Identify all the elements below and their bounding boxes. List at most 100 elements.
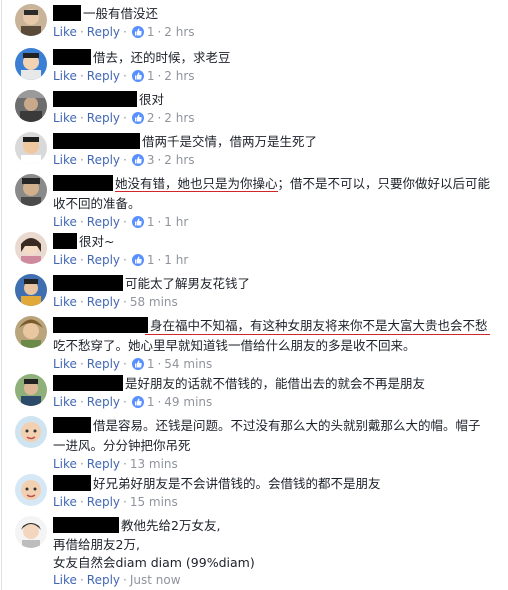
reply-link[interactable]: Reply — [87, 495, 120, 509]
separator-dot: · — [157, 253, 162, 267]
reply-link[interactable]: Reply — [87, 215, 120, 229]
separator-dot: · — [79, 111, 84, 125]
like-link[interactable]: Like — [53, 25, 77, 39]
annotation-underline — [145, 334, 490, 335]
thumbs-up-icon — [131, 396, 144, 408]
like-link[interactable]: Like — [53, 395, 77, 409]
reply-link[interactable]: Reply — [87, 111, 120, 125]
avatar[interactable] — [15, 132, 47, 164]
timestamp[interactable]: 15 mins — [130, 495, 178, 509]
avatar[interactable] — [15, 474, 47, 506]
reply-link[interactable]: Reply — [87, 573, 120, 587]
avatar[interactable] — [15, 90, 47, 122]
redacted-name[interactable] — [53, 275, 123, 291]
redacted-name[interactable] — [53, 375, 123, 391]
separator-dot: · — [79, 573, 84, 587]
separator-dot: · — [157, 357, 162, 371]
separator-dot: · — [123, 395, 127, 409]
like-count[interactable]: 1 — [147, 25, 155, 39]
timestamp[interactable]: 54 mins — [164, 357, 212, 371]
reply-link[interactable]: Reply — [87, 253, 120, 267]
comment-text: 女友自然会diam diam (99%diam) — [53, 555, 255, 570]
like-count[interactable]: 3 — [147, 153, 155, 167]
timestamp[interactable]: 49 mins — [164, 395, 212, 409]
separator-dot: · — [79, 457, 84, 471]
separator-dot: · — [79, 495, 84, 509]
reply-link[interactable]: Reply — [87, 357, 120, 371]
like-count[interactable]: 1 — [147, 357, 155, 371]
redacted-name[interactable] — [53, 91, 137, 107]
like-link[interactable]: Like — [53, 295, 77, 309]
redacted-name[interactable] — [53, 5, 81, 21]
timestamp[interactable]: 1 hr — [164, 215, 188, 229]
thread-guide-line — [1, 0, 2, 590]
underlined-comment-text: 她没有错，她也只是为你操心 — [115, 176, 278, 192]
thumbs-up-icon — [131, 358, 144, 370]
like-count[interactable]: 2 — [147, 111, 155, 125]
comment-text: 收不回的准备。 — [53, 196, 141, 211]
separator-dot: · — [123, 253, 127, 267]
separator-dot: · — [123, 573, 127, 587]
separator-dot: · — [123, 215, 127, 229]
reply-link[interactable]: Reply — [87, 69, 120, 83]
comment-text: 很对~ — [79, 234, 115, 249]
reply-link[interactable]: Reply — [87, 457, 120, 471]
like-link[interactable]: Like — [53, 153, 77, 167]
redacted-name[interactable] — [53, 475, 91, 491]
thumbs-up-icon — [131, 26, 144, 38]
timestamp[interactable]: 1 hr — [164, 253, 188, 267]
avatar[interactable] — [15, 316, 47, 348]
comment-text: 再借给朋友2万, — [53, 537, 140, 552]
comment-text: 教他先给2万女友, — [121, 518, 221, 533]
timestamp[interactable]: 2 hrs — [164, 153, 194, 167]
avatar[interactable] — [15, 516, 47, 548]
redacted-name[interactable] — [53, 317, 148, 333]
avatar[interactable] — [15, 4, 47, 36]
comment-text: ；借不是不可以，只要你做好以后可能 — [277, 176, 491, 191]
timestamp[interactable]: Just now — [130, 573, 181, 587]
redacted-name[interactable] — [53, 49, 91, 65]
timestamp[interactable]: 13 mins — [130, 457, 178, 471]
like-count[interactable]: 1 — [147, 395, 155, 409]
avatar[interactable] — [15, 374, 47, 406]
redacted-name[interactable] — [53, 175, 113, 191]
reply-link[interactable]: Reply — [87, 295, 120, 309]
comment-text: 一般有借没还 — [83, 6, 159, 21]
separator-dot: · — [123, 357, 127, 371]
thumbs-up-icon — [131, 154, 144, 166]
like-count[interactable]: 1 — [147, 253, 155, 267]
separator-dot: · — [79, 25, 84, 39]
like-link[interactable]: Like — [53, 573, 77, 587]
redacted-name[interactable] — [53, 233, 77, 249]
like-count[interactable]: 1 — [147, 69, 155, 83]
timestamp[interactable]: 2 hrs — [164, 25, 194, 39]
reply-link[interactable]: Reply — [87, 25, 120, 39]
separator-dot: · — [123, 457, 127, 471]
like-link[interactable]: Like — [53, 69, 77, 83]
redacted-name[interactable] — [53, 417, 91, 433]
timestamp[interactable]: 58 mins — [130, 295, 178, 309]
avatar[interactable] — [15, 48, 47, 80]
like-link[interactable]: Like — [53, 253, 77, 267]
redacted-name[interactable] — [53, 133, 140, 149]
avatar[interactable] — [15, 174, 47, 206]
avatar[interactable] — [15, 416, 47, 448]
separator-dot: · — [79, 295, 84, 309]
timestamp[interactable]: 2 hrs — [164, 69, 194, 83]
redacted-name[interactable] — [53, 517, 119, 533]
thumbs-up-icon — [131, 216, 144, 228]
reply-link[interactable]: Reply — [87, 395, 120, 409]
like-count[interactable]: 1 — [147, 215, 155, 229]
like-link[interactable]: Like — [53, 495, 77, 509]
comment-text: 是好朋友的话就不借钱的，能借出去的就会不再是朋友 — [125, 376, 426, 391]
like-link[interactable]: Like — [53, 357, 77, 371]
reply-link[interactable]: Reply — [87, 153, 120, 167]
avatar[interactable] — [15, 274, 47, 306]
avatar[interactable] — [15, 232, 47, 264]
separator-dot: · — [157, 395, 162, 409]
timestamp[interactable]: 2 hrs — [164, 111, 194, 125]
separator-dot: · — [79, 253, 84, 267]
like-link[interactable]: Like — [53, 111, 77, 125]
like-link[interactable]: Like — [53, 457, 77, 471]
like-link[interactable]: Like — [53, 215, 77, 229]
